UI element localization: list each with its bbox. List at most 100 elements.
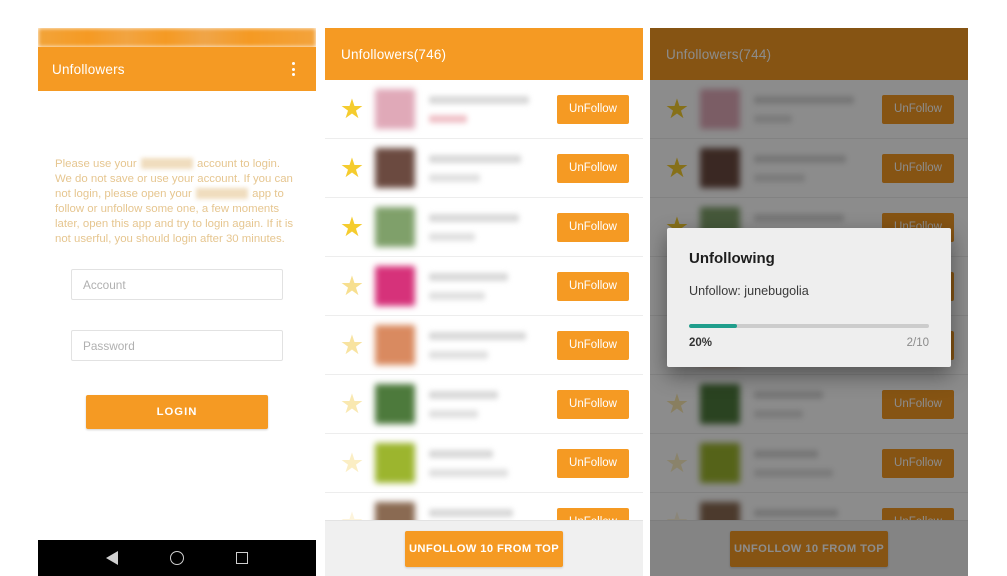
list-item[interactable]: ★ UnFollow bbox=[325, 257, 643, 316]
favorite-star-icon[interactable]: ★ bbox=[660, 95, 694, 123]
progress-percent-label: 20% bbox=[689, 336, 713, 349]
username-redacted bbox=[429, 213, 519, 222]
progress-count-label: 2/10 bbox=[906, 336, 929, 349]
user-meta bbox=[754, 95, 882, 123]
username-redacted bbox=[429, 508, 514, 517]
favorite-star-icon[interactable]: ★ bbox=[335, 390, 369, 418]
favorite-star-icon[interactable]: ★ bbox=[660, 449, 694, 477]
favorite-star-icon[interactable]: ★ bbox=[660, 390, 694, 418]
dot bbox=[291, 67, 295, 71]
bulk-action-bar: UNFOLLOW 10 FROM TOP bbox=[325, 520, 643, 576]
unfollowers-list-screen: Unfollowers(746) ★ UnFollow ★ UnFollow ★ UnFo… bbox=[325, 28, 643, 576]
unfollow-button[interactable]: UnFollow bbox=[882, 153, 954, 183]
dot bbox=[291, 62, 295, 65]
unfollow-button[interactable]: UnFollow bbox=[557, 448, 629, 478]
unfollow-button[interactable]: UnFollow bbox=[882, 94, 954, 124]
unfollow-10-from-top-button[interactable]: UNFOLLOW 10 FROM TOP bbox=[730, 530, 888, 567]
username-redacted bbox=[429, 390, 499, 399]
favorite-star-icon[interactable]: ★ bbox=[335, 213, 369, 241]
fullname-redacted bbox=[429, 232, 476, 241]
avatar bbox=[700, 384, 740, 424]
progress-bar-fill bbox=[689, 324, 737, 328]
page-title: Unfollowers(744) bbox=[666, 46, 772, 62]
username-redacted bbox=[754, 154, 847, 163]
avatar bbox=[375, 148, 415, 188]
login-appbar: Unfollowers bbox=[38, 47, 316, 91]
account-field-wrapper[interactable] bbox=[71, 269, 283, 300]
progress-bar-track bbox=[689, 324, 929, 328]
username-redacted bbox=[429, 331, 527, 340]
favorite-star-icon[interactable]: ★ bbox=[335, 449, 369, 477]
username-redacted bbox=[429, 154, 522, 163]
redacted-brand-name: Instagram bbox=[195, 188, 248, 200]
list-item[interactable]: ★ UnFollow bbox=[325, 139, 643, 198]
user-meta bbox=[429, 95, 557, 123]
list-item[interactable]: ★ UnFollow bbox=[650, 434, 968, 493]
username-redacted bbox=[754, 390, 824, 399]
favorite-star-icon[interactable]: ★ bbox=[335, 331, 369, 359]
login-button[interactable]: LOGIN bbox=[86, 395, 268, 429]
unfollow-button[interactable]: UnFollow bbox=[557, 153, 629, 183]
user-meta bbox=[429, 272, 557, 300]
avatar bbox=[375, 443, 415, 483]
list-item[interactable]: ★ UnFollow bbox=[650, 375, 968, 434]
list-item[interactable]: ★ UnFollow bbox=[650, 139, 968, 198]
username-redacted bbox=[754, 213, 844, 222]
list-item[interactable]: ★ UnFollow bbox=[325, 434, 643, 493]
recents-icon[interactable] bbox=[235, 551, 249, 565]
favorite-star-icon[interactable]: ★ bbox=[335, 154, 369, 182]
fullname-redacted bbox=[754, 468, 834, 477]
list-item[interactable]: ★ UnFollow bbox=[325, 198, 643, 257]
unfollow-button[interactable]: UnFollow bbox=[557, 389, 629, 419]
fullname-redacted bbox=[429, 173, 481, 182]
note-part-1: Please use your bbox=[55, 158, 137, 170]
home-icon[interactable] bbox=[169, 551, 184, 565]
bulk-action-bar: UNFOLLOW 10 FROM TOP bbox=[650, 520, 968, 576]
back-icon[interactable] bbox=[105, 551, 118, 565]
fullname-redacted bbox=[754, 173, 806, 182]
login-instruction-text: Please use your Instagram account to log… bbox=[55, 157, 300, 248]
favorite-star-icon[interactable]: ★ bbox=[335, 95, 369, 123]
avatar bbox=[700, 443, 740, 483]
list-appbar: Unfollowers(746) bbox=[325, 28, 643, 80]
unfollow-button[interactable]: UnFollow bbox=[882, 389, 954, 419]
unfollow-button[interactable]: UnFollow bbox=[557, 271, 629, 301]
unfollow-button[interactable]: UnFollow bbox=[882, 448, 954, 478]
fullname-redacted bbox=[429, 468, 509, 477]
unfollowers-list[interactable]: ★ UnFollow ★ UnFollow ★ UnFollow ★ UnFollow ★ UnF… bbox=[325, 80, 643, 576]
user-meta bbox=[429, 390, 557, 418]
avatar bbox=[375, 207, 415, 247]
username-redacted bbox=[429, 449, 493, 458]
favorite-star-icon[interactable]: ★ bbox=[335, 272, 369, 300]
avatar bbox=[375, 89, 415, 129]
password-field-wrapper[interactable] bbox=[71, 330, 283, 361]
list-item[interactable]: ★ UnFollow bbox=[650, 80, 968, 139]
avatar bbox=[700, 89, 740, 129]
username-redacted bbox=[429, 272, 509, 281]
list-item[interactable]: ★ UnFollow bbox=[325, 80, 643, 139]
dialog-message: Unfollow: junebugolia bbox=[689, 284, 809, 298]
username-redacted bbox=[429, 95, 529, 104]
avatar bbox=[375, 325, 415, 365]
fullname-redacted bbox=[754, 114, 793, 123]
user-meta bbox=[754, 449, 882, 477]
progress-labels: 20% 2/10 bbox=[689, 337, 929, 349]
unfollow-button[interactable]: UnFollow bbox=[557, 330, 629, 360]
android-status-bar bbox=[38, 28, 316, 47]
unfollow-button[interactable]: UnFollow bbox=[557, 94, 629, 124]
login-form-body: Please use your Instagram account to log… bbox=[38, 91, 316, 540]
list-item[interactable]: ★ UnFollow bbox=[325, 316, 643, 375]
user-meta bbox=[754, 390, 882, 418]
overflow-menu-icon[interactable] bbox=[284, 58, 302, 80]
list-item[interactable]: ★ UnFollow bbox=[325, 375, 643, 434]
account-input[interactable] bbox=[83, 277, 271, 292]
unfollow-button[interactable]: UnFollow bbox=[557, 212, 629, 242]
favorite-star-icon[interactable]: ★ bbox=[660, 154, 694, 182]
avatar bbox=[375, 266, 415, 306]
page-title: Unfollowers bbox=[52, 61, 125, 77]
unfollow-10-from-top-button[interactable]: UNFOLLOW 10 FROM TOP bbox=[405, 530, 563, 567]
user-meta bbox=[429, 213, 557, 241]
password-input[interactable] bbox=[83, 338, 271, 353]
fullname-redacted bbox=[429, 409, 478, 418]
fullname-redacted bbox=[429, 350, 488, 359]
